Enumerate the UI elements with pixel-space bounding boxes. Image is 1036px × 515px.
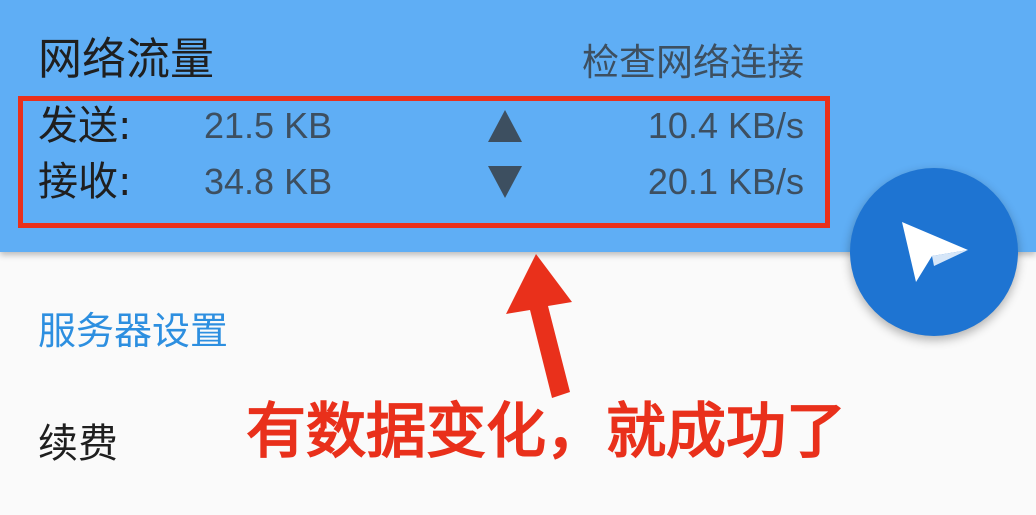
network-traffic-title: 网络流量	[38, 34, 214, 85]
paper-plane-icon	[902, 222, 968, 282]
connect-fab-button[interactable]	[850, 168, 1018, 336]
annotation-caption: 有数据变化，就成功了	[246, 397, 846, 467]
server-settings-header: 服务器设置	[38, 309, 229, 353]
check-connection-button[interactable]: 检查网络连接	[582, 44, 804, 81]
annotation-arrow	[506, 254, 572, 398]
annotation-highlight-box	[18, 96, 830, 228]
renew-menu-item[interactable]: 续费	[38, 424, 118, 464]
